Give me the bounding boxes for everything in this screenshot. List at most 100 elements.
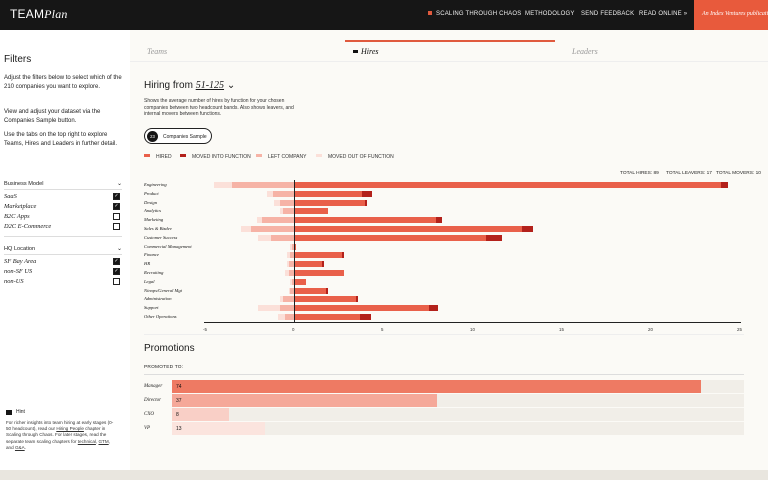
bar-moved-out-of-function [288, 287, 291, 294]
divider [4, 189, 122, 190]
hint-link-technical[interactable]: technical [78, 439, 96, 444]
bar-hired [294, 296, 357, 303]
tab-hires[interactable]: Hires [353, 47, 378, 56]
teamplan-logo[interactable]: TEAMPlan [10, 7, 68, 22]
option-b2c-apps[interactable]: B2C Apps [4, 213, 122, 220]
filters-title: Filters [4, 54, 32, 65]
function-label: Finance [144, 252, 160, 258]
promotion-level-label: Director [144, 398, 162, 403]
bar-left-company [279, 305, 294, 312]
promotions-title: Promotions [144, 343, 195, 354]
nav-read-online[interactable]: READ ONLINE » [639, 11, 687, 17]
function-label: Other Operations [144, 314, 177, 319]
total-leavers: TOTAL LEAVERS: 17 [666, 171, 712, 176]
bar-moved-out-of-function [279, 296, 284, 303]
bar-left-company [279, 199, 294, 206]
companies-sample-button[interactable]: 23 Companies Sample [144, 128, 212, 144]
nav-methodology[interactable]: METHODOLOGY [525, 11, 575, 17]
checkbox-unchecked[interactable] [113, 213, 120, 220]
hq-location-header[interactable]: HQ Location ⌄ [4, 246, 122, 252]
bar-moved-out-of-function [290, 278, 293, 285]
bar-moved-into-function [365, 199, 367, 206]
bar-hired [294, 305, 430, 312]
checkbox-checked[interactable]: ✓ [113, 203, 120, 210]
business-model-label: Business Model [4, 181, 44, 187]
x-tick-label: -5 [203, 327, 207, 332]
bar-moved-out-of-function [290, 243, 293, 250]
bar-moved-out-of-function [267, 190, 273, 197]
sample-button-label: Companies Sample [163, 133, 207, 140]
bar-left-company [285, 314, 294, 320]
option-label: non-SF US [4, 268, 33, 275]
promotion-value: 13 [176, 426, 182, 432]
zero-axis-line [294, 180, 295, 322]
function-label: Ninops/General Mgt [144, 287, 182, 293]
checkbox-checked[interactable]: ✓ [113, 193, 120, 200]
option-marketplace[interactable]: Marketplace ✓ [4, 203, 122, 210]
bar-hired [294, 270, 344, 276]
chevron-down-icon[interactable]: ⌄ [227, 80, 235, 91]
hint-link-hiring-people[interactable]: Hiring People [56, 426, 84, 431]
bar-left-company [270, 234, 294, 241]
promotion-bar-track [172, 408, 744, 421]
bar-moved-out-of-function [277, 314, 286, 320]
checkbox-checked[interactable]: ✓ [113, 258, 120, 265]
nav-send-feedback[interactable]: SEND FEEDBACK [581, 11, 634, 17]
promotion-value: 8 [176, 412, 179, 418]
tab-teams[interactable]: Teams [147, 47, 167, 56]
publication-banner[interactable]: An Index Ventures publication [694, 0, 768, 30]
hint-link-gtm[interactable]: GTM [98, 439, 108, 444]
bar-hired [294, 261, 323, 268]
hint-link-ga[interactable]: G&A [15, 445, 25, 450]
promotion-bar [172, 408, 230, 421]
checkbox-checked[interactable]: ✓ [113, 268, 120, 275]
bar-hired [294, 287, 327, 294]
option-non-sf-us[interactable]: non-SF US ✓ [4, 268, 122, 275]
bar-moved-out-of-function [279, 208, 284, 215]
x-tick-label: 0 [292, 327, 295, 332]
x-tick-label: 25 [737, 327, 742, 332]
legend-swatch [144, 154, 150, 157]
legend-swatch [256, 154, 262, 157]
bar-moved-into-function [486, 234, 503, 241]
bar-hired [294, 208, 328, 215]
orange-square-icon [428, 11, 432, 15]
bar-moved-into-function [521, 226, 533, 232]
legend-moved-out: MOVED OUT OF FUNCTION [316, 154, 394, 160]
hq-location-label: HQ Location [4, 246, 36, 252]
sample-count-badge: 23 [147, 131, 158, 142]
legend-label: HIRED [156, 154, 172, 160]
divider [4, 236, 122, 237]
business-model-header[interactable]: Business Model ⌄ [4, 181, 122, 187]
function-label: Recruiting [144, 270, 164, 275]
checkbox-unchecked[interactable] [113, 223, 120, 230]
headcount-band-select[interactable]: 51-125 [196, 80, 224, 91]
promoted-to-label: PROMOTED TO: [144, 365, 184, 370]
bar-moved-out-of-function [258, 234, 271, 241]
option-label: non-US [4, 278, 24, 285]
hint-title: Hint [16, 409, 25, 415]
bar-moved-into-function [342, 252, 344, 259]
bar-moved-out-of-function [258, 305, 280, 312]
divider [4, 254, 122, 255]
bar-left-company [231, 182, 294, 188]
total-hires: TOTAL HIRES: 89 [620, 171, 659, 176]
checkbox-unchecked[interactable] [113, 278, 120, 285]
function-label: Customer Success [144, 234, 178, 240]
bar-left-company [251, 226, 294, 232]
hiring-description: Shows the average number of hires by fun… [144, 98, 294, 118]
tab-leaders[interactable]: Leaders [572, 47, 598, 56]
option-saas[interactable]: SaaS ✓ [4, 193, 122, 200]
bar-moved-out-of-function [285, 270, 289, 276]
option-d2c-ecommerce[interactable]: D2C E-Commerce [4, 223, 122, 230]
option-non-us[interactable]: non-US [4, 278, 122, 285]
promotion-level-label: CXO [144, 412, 154, 417]
nav-scaling-through-chaos[interactable]: SCALING THROUGH CHAOS [428, 11, 521, 17]
function-label: Legal [144, 278, 155, 284]
hint-body: For richer insights into team hiring at … [6, 420, 118, 451]
promotion-bar [172, 394, 437, 407]
option-sf-bay-area[interactable]: SF Bay Area ✓ [4, 258, 122, 265]
x-tick-label: 20 [648, 327, 653, 332]
nav-label: SCALING THROUGH CHAOS [436, 11, 522, 17]
legend-left-company: LEFT COMPANY [256, 154, 306, 160]
